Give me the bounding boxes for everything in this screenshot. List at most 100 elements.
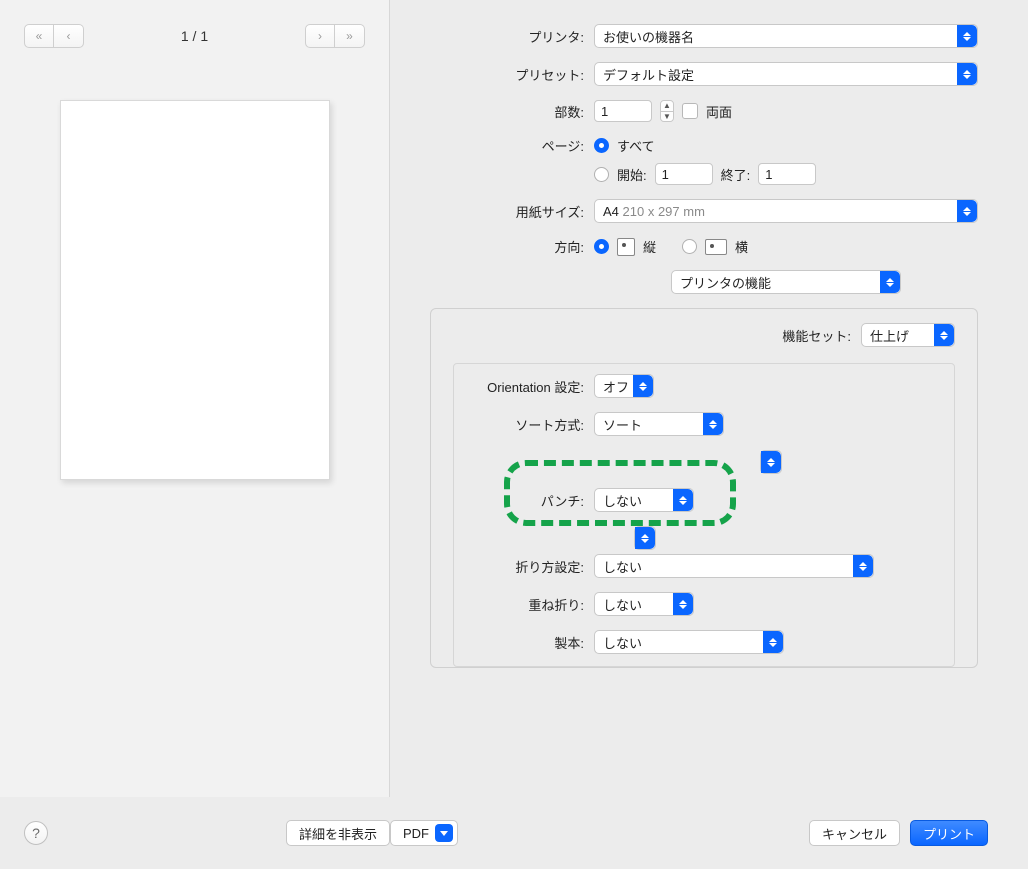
pages-all-radio[interactable] [594, 138, 609, 153]
pages-to-input[interactable]: 1 [758, 163, 816, 185]
landscape-icon [705, 239, 727, 255]
label-pages-from: 開始: [617, 165, 647, 184]
help-button[interactable]: ? [24, 821, 48, 845]
sort-select[interactable]: ソート [594, 412, 724, 436]
row-hidden [464, 450, 944, 474]
chevrons-icon [635, 527, 655, 549]
print-button[interactable]: プリント [910, 820, 988, 846]
copies-input[interactable]: 1 [594, 100, 652, 122]
label-printer: プリンタ: [430, 27, 594, 46]
punch-select[interactable]: しない [594, 488, 694, 512]
paper-size-value: A4 [603, 204, 619, 219]
preset-select[interactable]: デフォルト設定 [594, 62, 978, 86]
bottom-right: PDF キャンセル プリント [390, 820, 988, 846]
chevrons-icon [673, 489, 693, 511]
feature-header: 機能セット: 仕上げ [453, 323, 955, 347]
chevrons-icon [761, 451, 781, 473]
row-hidden2 [464, 526, 944, 550]
page-indicator: 1 / 1 [181, 28, 208, 44]
chevrons-icon [673, 593, 693, 615]
chevrons-icon [853, 555, 873, 577]
label-duplex: 両面 [706, 102, 732, 121]
label-pages: ページ: [430, 136, 594, 155]
page-preview [60, 100, 330, 480]
printer-value: お使いの機器名 [603, 27, 694, 46]
pdf-menu-button[interactable]: PDF [390, 820, 458, 846]
orientation-setting-value: オフ [603, 377, 629, 396]
bottom-bar: ? 詳細を非表示 PDF キャンセル プリント [0, 797, 1028, 869]
row-section-select: プリンタの機能 [430, 270, 978, 294]
nav-buttons-next: › » [305, 24, 365, 48]
duplex-checkbox[interactable] [682, 103, 698, 119]
stepper-down-icon[interactable]: ▼ [661, 112, 673, 122]
row-orientation: 方向: 縦 横 [430, 237, 978, 256]
copies-stepper[interactable]: ▲ ▼ [660, 100, 674, 122]
orientation-setting-select[interactable]: オフ [594, 374, 654, 398]
label-fold: 折り方設定: [464, 557, 594, 576]
orient-landscape-radio[interactable] [682, 239, 697, 254]
chevrons-icon [880, 271, 900, 293]
label-paper-size: 用紙サイズ: [430, 202, 594, 221]
label-overlap-fold: 重ね折り: [464, 595, 594, 614]
pages-range-radio[interactable] [594, 167, 609, 182]
row-preset: プリセット: デフォルト設定 [430, 62, 978, 86]
label-landscape: 横 [735, 237, 748, 256]
sort-value: ソート [603, 415, 642, 434]
preview-nav: « ‹ 1 / 1 › » [24, 24, 365, 48]
label-orientation: 方向: [430, 237, 594, 256]
cancel-button[interactable]: キャンセル [809, 820, 900, 846]
row-pages: ページ: すべて [430, 136, 978, 155]
row-pages-range: 開始: 1 終了: 1 [430, 163, 978, 185]
settings-pane: プリンタ: お使いの機器名 プリセット: デフォルト設定 [390, 0, 1028, 797]
punch-value: しない [603, 491, 642, 510]
next-page-button[interactable]: › [305, 24, 335, 48]
preview-pane: « ‹ 1 / 1 › » [0, 0, 390, 797]
hide-details-button[interactable]: 詳細を非表示 [286, 820, 390, 846]
label-portrait: 縦 [643, 237, 656, 256]
row-copies: 部数: 1 ▲ ▼ 両面 [430, 100, 978, 122]
row-overlap-fold: 重ね折り: しない [464, 592, 944, 616]
section-value: プリンタの機能 [680, 273, 771, 292]
row-printer: プリンタ: お使いの機器名 [430, 24, 978, 48]
chevrons-icon [633, 375, 653, 397]
stepper-up-icon[interactable]: ▲ [661, 101, 673, 112]
label-copies: 部数: [430, 102, 594, 121]
chevrons-icon [957, 63, 977, 85]
chevron-down-icon [435, 824, 453, 842]
label-feature-set: 機能セット: [782, 326, 851, 345]
row-fold: 折り方設定: しない [464, 554, 944, 578]
portrait-icon [617, 238, 635, 256]
label-booklet: 製本: [464, 633, 594, 652]
print-dialog: « ‹ 1 / 1 › » プリンタ: お使いの機器名 [0, 0, 1028, 869]
label-pages-to: 終了: [721, 165, 751, 184]
chevrons-icon [763, 631, 783, 653]
dialog-top: « ‹ 1 / 1 › » プリンタ: お使いの機器名 [0, 0, 1028, 797]
section-select[interactable]: プリンタの機能 [671, 270, 901, 294]
label-preset: プリセット: [430, 65, 594, 84]
chevrons-icon [934, 324, 954, 346]
printer-select[interactable]: お使いの機器名 [594, 24, 978, 48]
booklet-value: しない [603, 633, 642, 652]
first-page-button[interactable]: « [24, 24, 54, 48]
fold-value: しない [603, 557, 642, 576]
preset-value: デフォルト設定 [603, 65, 694, 84]
feature-panel: 機能セット: 仕上げ Orientation 設定: オフ [430, 308, 978, 668]
hidden2-select-cap[interactable] [634, 526, 656, 550]
pages-from-input[interactable]: 1 [655, 163, 713, 185]
fold-select[interactable]: しない [594, 554, 874, 578]
last-page-button[interactable]: » [335, 24, 365, 48]
feature-set-select[interactable]: 仕上げ [861, 323, 955, 347]
booklet-select[interactable]: しない [594, 630, 784, 654]
row-punch: パンチ: しない [464, 488, 944, 512]
overlap-fold-select[interactable]: しない [594, 592, 694, 616]
paper-size-select[interactable]: A4 210 x 297 mm [594, 199, 978, 223]
label-pages-all: すべて [617, 136, 655, 155]
label-sort: ソート方式: [464, 415, 594, 434]
row-paper-size: 用紙サイズ: A4 210 x 297 mm [430, 199, 978, 223]
chevrons-icon [957, 25, 977, 47]
nav-buttons-prev: « ‹ [24, 24, 84, 48]
orient-portrait-radio[interactable] [594, 239, 609, 254]
chevrons-icon [703, 413, 723, 435]
prev-page-button[interactable]: ‹ [54, 24, 84, 48]
hidden-select-cap[interactable] [760, 450, 782, 474]
